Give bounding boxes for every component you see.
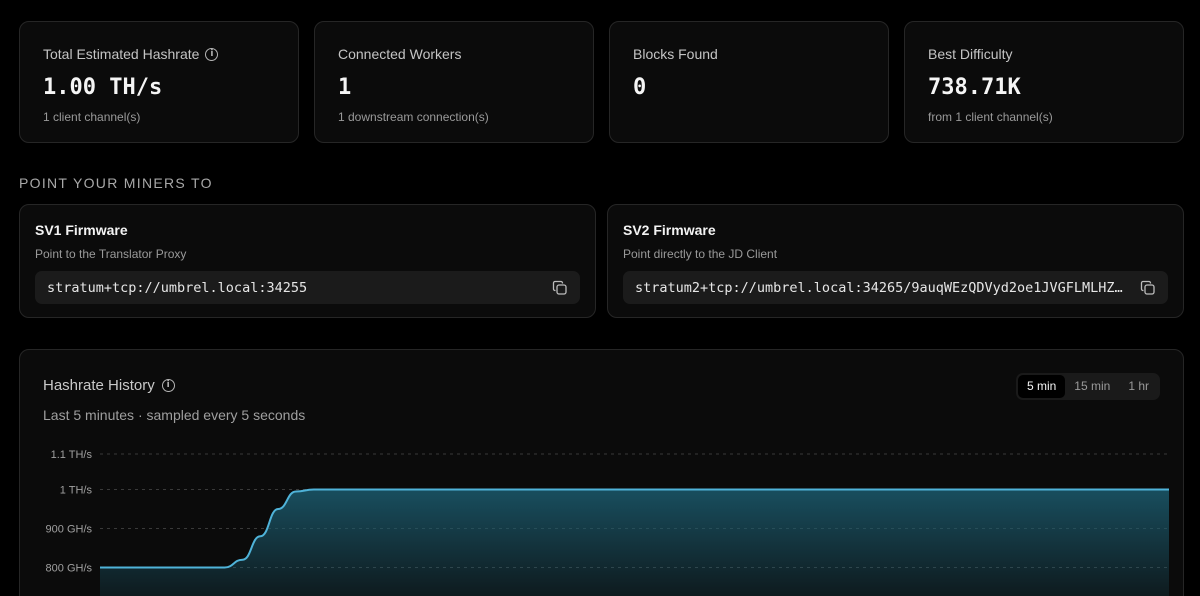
hashrate-area xyxy=(100,489,1169,596)
range-15min[interactable]: 15 min xyxy=(1065,375,1119,398)
y-tick-label: 800 GH/s xyxy=(46,563,93,575)
fw-url-box: stratum+tcp://umbrel.local:34255 xyxy=(35,271,580,304)
section-title: POINT YOUR MINERS TO xyxy=(19,175,213,191)
stat-sub: from 1 client channel(s) xyxy=(928,110,1053,124)
stat-value: 0 xyxy=(633,75,647,100)
sv2-firmware-card: SV2 Firmware Point directly to the JD Cl… xyxy=(607,204,1184,318)
hashrate-history-card: 1.1 TH/s 1 TH/s 900 GH/s 800 GH/s Hashrate … xyxy=(19,349,1184,596)
info-icon[interactable]: i xyxy=(161,379,175,392)
y-tick-label: 1 TH/s xyxy=(60,485,93,497)
stat-label-text: Blocks Found xyxy=(633,46,718,62)
stat-label: Best Difficulty xyxy=(928,45,1160,63)
dashboard: Total Estimated Hashrate i 1.00 TH/s 1 c… xyxy=(0,0,1200,596)
fw-url[interactable]: stratum2+tcp://umbrel.local:34265/9auqWE… xyxy=(635,280,1140,296)
range-1hr[interactable]: 1 hr xyxy=(1119,375,1158,398)
stat-label-text: Best Difficulty xyxy=(928,46,1013,62)
stat-value: 1.00 TH/s xyxy=(43,75,163,100)
stat-card-workers: Connected Workers 1 1 downstream connect… xyxy=(314,21,594,143)
stat-card-difficulty: Best Difficulty 738.71K from 1 client ch… xyxy=(904,21,1184,143)
fw-url[interactable]: stratum+tcp://umbrel.local:34255 xyxy=(47,280,552,296)
stat-label: Blocks Found xyxy=(633,45,865,63)
stat-sub: 1 downstream connection(s) xyxy=(338,110,489,124)
stat-card-blocks: Blocks Found 0 xyxy=(609,21,889,143)
fw-subtitle: Point directly to the JD Client xyxy=(623,247,778,261)
y-tick-label: 900 GH/s xyxy=(46,524,93,536)
stat-value: 738.71K xyxy=(928,75,1021,100)
stat-label: Total Estimated Hashrate i xyxy=(43,45,275,63)
stat-label-text: Connected Workers xyxy=(338,46,462,62)
range-5min[interactable]: 5 min xyxy=(1017,375,1066,398)
fw-subtitle: Point to the Translator Proxy xyxy=(35,247,187,261)
copy-icon[interactable] xyxy=(552,280,568,296)
chart-subtitle: Last 5 minutes · sampled every 5 seconds xyxy=(43,407,306,423)
sv1-firmware-card: SV1 Firmware Point to the Translator Pro… xyxy=(19,204,596,318)
fw-title: SV1 Firmware xyxy=(35,222,128,238)
stat-label: Connected Workers xyxy=(338,45,570,63)
stat-value: 1 xyxy=(338,75,352,100)
chart-title: Hashrate History i xyxy=(43,377,175,394)
y-tick-label: 1.1 TH/s xyxy=(51,449,93,461)
fw-url-box: stratum2+tcp://umbrel.local:34265/9auqWE… xyxy=(623,271,1168,304)
chart-title-text: Hashrate History xyxy=(43,377,155,394)
stat-sub: 1 client channel(s) xyxy=(43,110,141,124)
range-selector: 5 min 15 min 1 hr xyxy=(1015,373,1160,400)
hashrate-chart: 1.1 TH/s 1 TH/s 900 GH/s 800 GH/s xyxy=(46,449,1169,596)
stat-card-hashrate: Total Estimated Hashrate i 1.00 TH/s 1 c… xyxy=(19,21,299,143)
info-icon[interactable]: i xyxy=(205,47,219,61)
fw-title: SV2 Firmware xyxy=(623,222,716,238)
copy-icon[interactable] xyxy=(1140,280,1156,296)
stat-label-text: Total Estimated Hashrate xyxy=(43,46,200,62)
